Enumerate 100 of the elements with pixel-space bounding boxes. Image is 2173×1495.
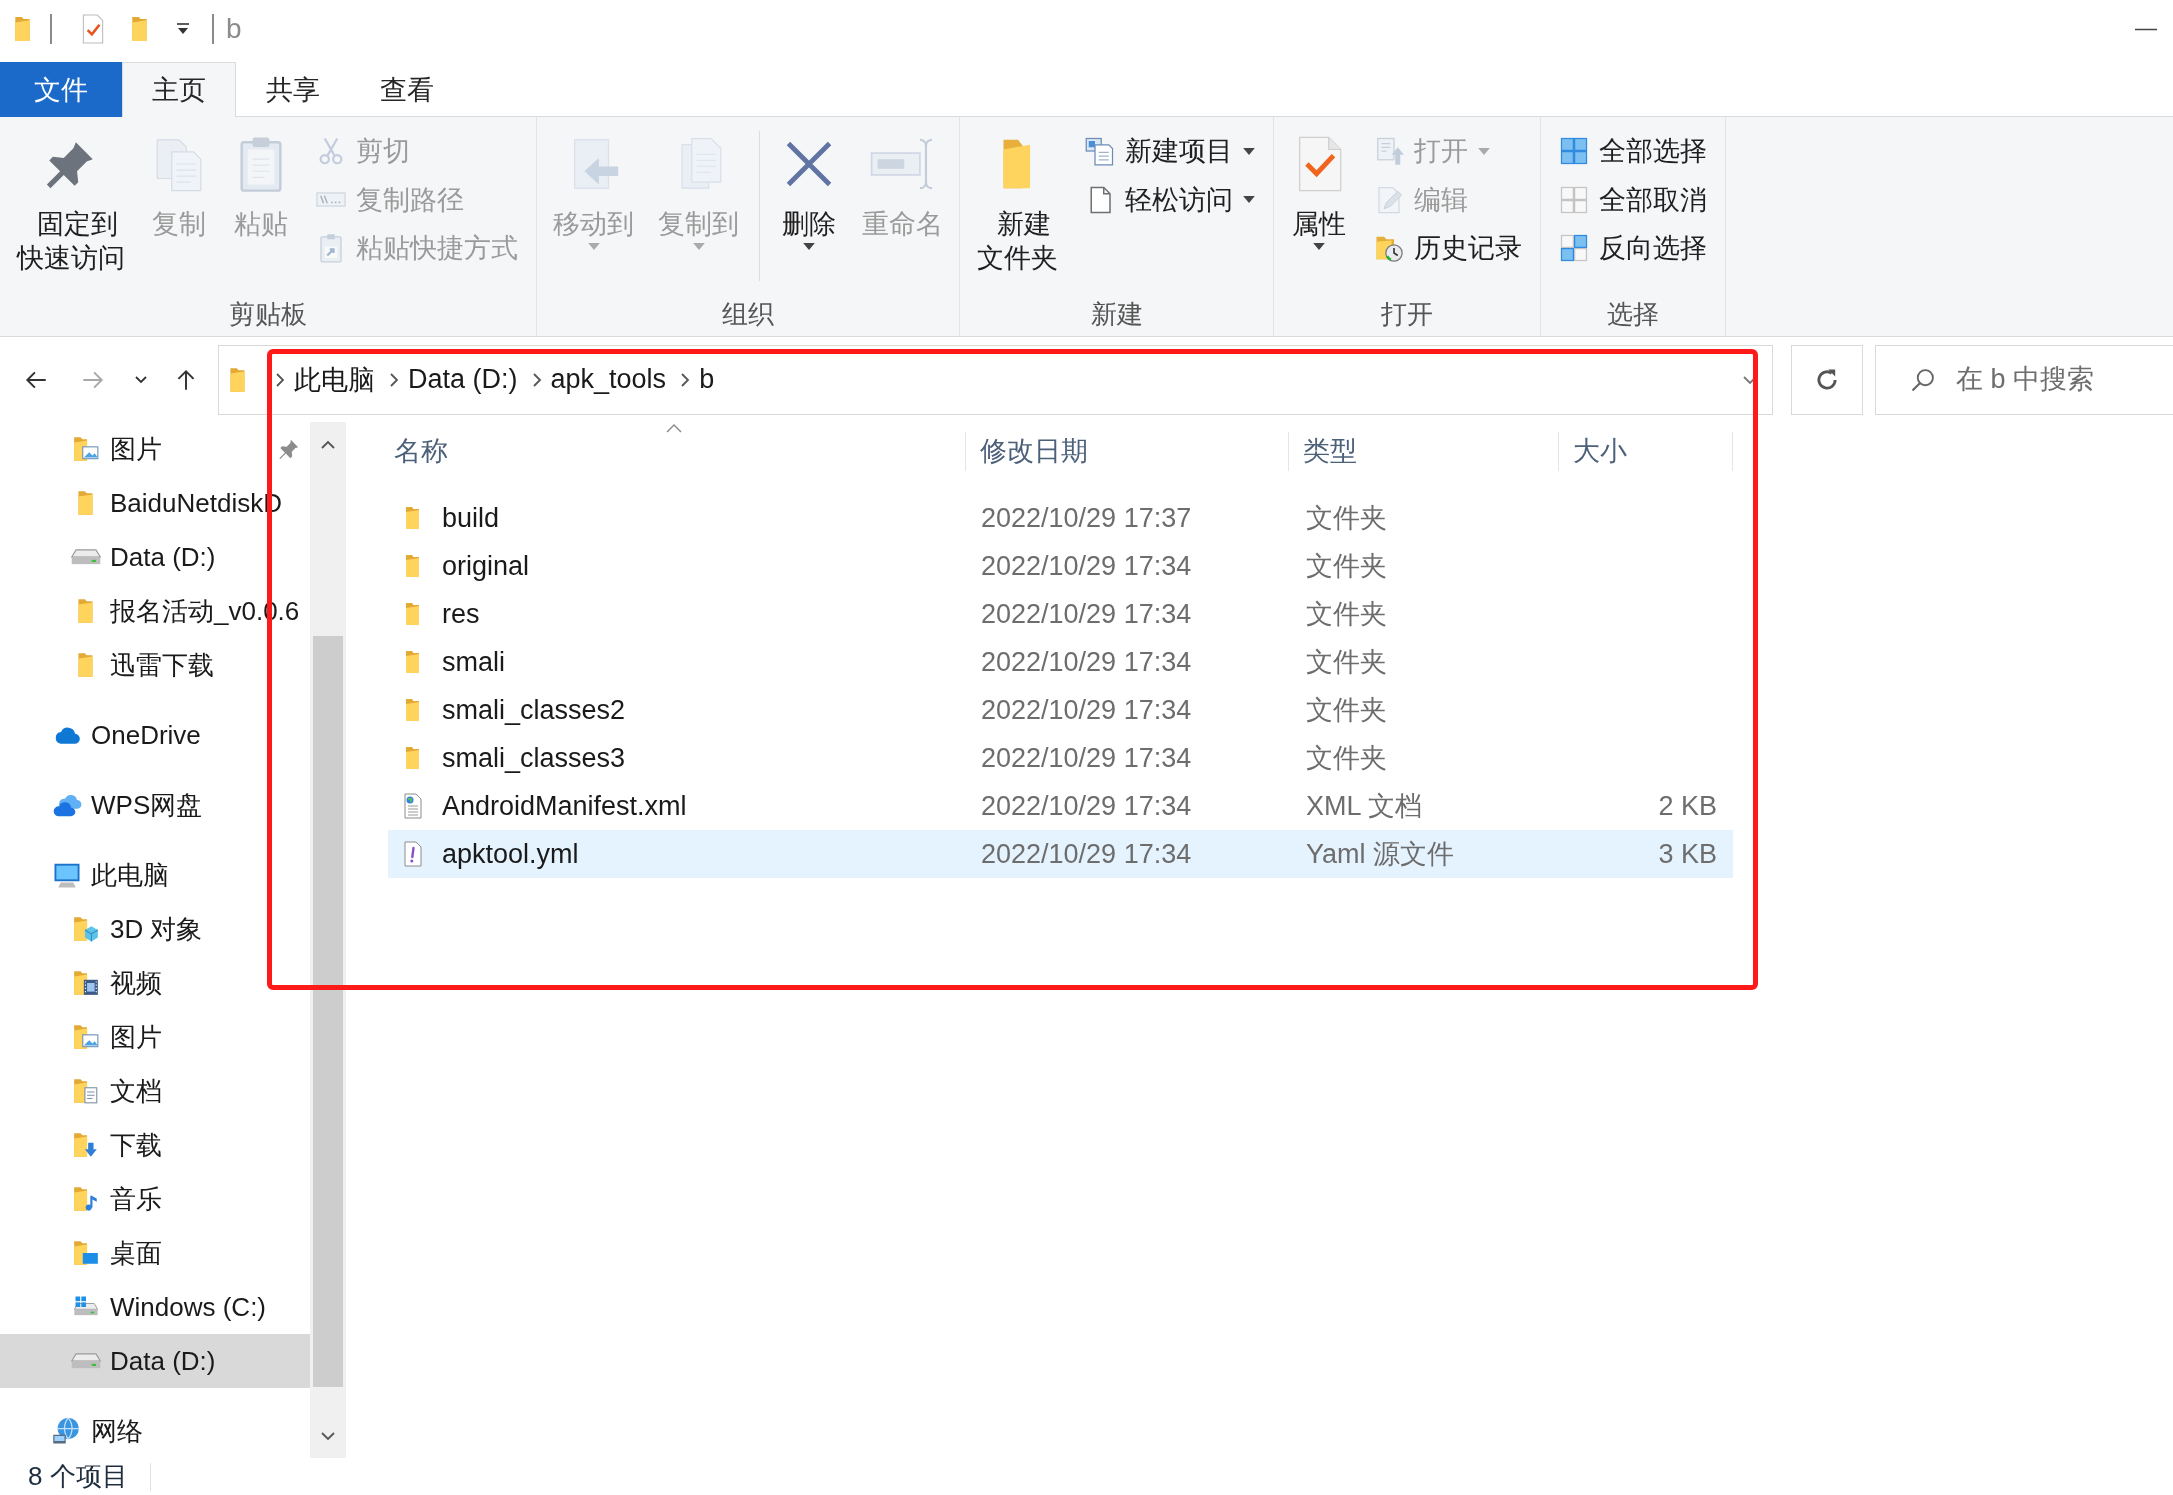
file-type: XML 文档 (1306, 790, 1422, 823)
breadcrumb-item[interactable]: Data (D:) (400, 364, 526, 395)
modified-date: 2022/10/29 17:34 (981, 742, 1192, 774)
ribbon-tab[interactable]: 查看 (350, 62, 464, 117)
column-header[interactable]: 修改日期 (966, 422, 1289, 479)
download-folder-icon (72, 1131, 100, 1159)
item-count: 8 个项目 (28, 1460, 128, 1493)
file-type: 文件夹 (1306, 694, 1387, 727)
modified-date: 2022/10/29 17:34 (981, 838, 1192, 870)
file-type: 文件夹 (1306, 742, 1387, 775)
xml-file-icon (402, 793, 424, 819)
pin-button[interactable]: 固定到快速访问 (12, 127, 130, 279)
cube-folder-icon (72, 915, 100, 943)
music-folder-icon (72, 1185, 100, 1213)
column-header[interactable]: 类型 (1289, 422, 1559, 479)
file-type: Yaml 源文件 (1306, 838, 1454, 871)
invert-selection-button[interactable]: 反向选择 (1553, 224, 1713, 273)
file-name: res (442, 598, 480, 630)
nav-item[interactable]: 此电脑 (0, 848, 310, 902)
nav-item[interactable]: 视频 (0, 956, 310, 1010)
file-size: 2 KB (1658, 790, 1717, 822)
refresh-button[interactable] (1791, 344, 1863, 415)
group-label: 组织 (721, 298, 775, 331)
file-menu-tab[interactable]: 文件 (0, 62, 122, 117)
nav-item[interactable]: 下载 (0, 1118, 310, 1172)
group-label: 选择 (1606, 298, 1660, 331)
document-folder-icon (72, 1077, 100, 1105)
file-row[interactable]: build 2022/10/29 17:37 文件夹 (388, 494, 1733, 542)
file-row[interactable]: smali_classes3 2022/10/29 17:34 文件夹 (388, 734, 1733, 782)
column-header[interactable]: 大小 (1559, 422, 1733, 479)
group-label: 新建 (1089, 298, 1144, 331)
new-item-button[interactable]: 新建项目 (1079, 127, 1261, 176)
address-bar[interactable]: 此电脑 Data (D:) apk_tools b (218, 344, 1773, 415)
nav-item[interactable]: 网络 (0, 1404, 310, 1458)
easy-access-button[interactable]: 轻松访问 (1079, 175, 1261, 224)
column-header[interactable]: 名称 (388, 422, 966, 479)
file-type: 文件夹 (1306, 502, 1387, 535)
modified-date: 2022/10/29 17:34 (981, 694, 1192, 726)
select-none-button[interactable]: 全部取消 (1553, 175, 1713, 224)
scroll-up-icon[interactable] (321, 439, 335, 449)
drive-icon (71, 549, 101, 565)
properties-button[interactable]: 属性 (1286, 127, 1352, 254)
caret-icon[interactable] (175, 22, 191, 36)
file-row[interactable]: res 2022/10/29 17:34 文件夹 (388, 590, 1733, 638)
nav-item[interactable]: OneDrive (0, 708, 310, 762)
nav-item[interactable]: Windows (C:) (0, 1280, 310, 1334)
ribbon-tab[interactable]: 共享 (236, 62, 350, 117)
file-row[interactable]: AndroidManifest.xml 2022/10/29 17:34 XML 文档 2 KB (388, 782, 1733, 830)
window-title: b (226, 13, 242, 45)
file-name: apktool.yml (442, 838, 579, 870)
nav-item[interactable]: 3D 对象 (0, 902, 310, 956)
file-row[interactable]: apktool.yml 2022/10/29 17:34 Yaml 源文件 3 KB (388, 830, 1733, 878)
chevron-right-icon (531, 370, 542, 389)
file-type: 文件夹 (1306, 646, 1387, 679)
window-page-icon (1085, 136, 1115, 167)
file-name: AndroidManifest.xml (442, 790, 687, 822)
modified-date: 2022/10/29 17:34 (981, 598, 1192, 630)
modified-date: 2022/10/29 17:34 (981, 550, 1192, 582)
file-row[interactable]: original 2022/10/29 17:34 文件夹 (388, 542, 1733, 590)
nav-item[interactable]: 迅雷下载 (0, 638, 310, 692)
pictures-folder-icon (72, 1023, 100, 1051)
select-all-button[interactable]: 全部选择 (1553, 127, 1713, 176)
globe-icon (52, 1416, 82, 1446)
film-folder-icon (72, 969, 100, 997)
chevron-down-icon (134, 374, 148, 385)
modified-date: 2022/10/29 17:34 (981, 646, 1192, 678)
group-label: 剪贴板 (228, 298, 308, 331)
scrollbar-thumb[interactable] (313, 636, 343, 1387)
drive-icon (71, 1353, 101, 1369)
nav-item[interactable]: 图片 (0, 422, 310, 476)
nav-item[interactable]: 文档 (0, 1064, 310, 1118)
nav-item[interactable]: Data (D:) (0, 530, 310, 584)
history-button[interactable]: 历史记录 (1368, 224, 1528, 273)
new-folder-button[interactable]: 新建文件夹 (972, 127, 1063, 279)
file-row[interactable]: smali 2022/10/29 17:34 文件夹 (388, 638, 1733, 686)
nav-item[interactable]: Data (D:) (0, 1334, 310, 1388)
file-name: smali_classes3 (442, 742, 626, 774)
minimize-icon[interactable] (2135, 27, 2157, 31)
file-name: build (442, 502, 500, 534)
file-type: 文件夹 (1306, 598, 1387, 631)
file-name: original (442, 550, 530, 582)
ribbon-tab[interactable]: 主页 (122, 62, 236, 117)
yaml-file-icon (402, 841, 424, 867)
nav-item[interactable]: 音乐 (0, 1172, 310, 1226)
delete-button[interactable]: 删除 (776, 127, 842, 254)
breadcrumb-item[interactable]: b (691, 364, 723, 395)
file-name: smali (442, 646, 505, 678)
file-size: 3 KB (1658, 838, 1717, 870)
nav-item[interactable]: WPS网盘 (0, 778, 310, 832)
breadcrumb-item[interactable]: 此电脑 (286, 361, 383, 398)
search-field[interactable]: 在 b 中搜索 (1875, 344, 2173, 415)
file-row[interactable]: smali_classes2 2022/10/29 17:34 文件夹 (388, 686, 1733, 734)
nav-item[interactable]: 图片 (0, 1010, 310, 1064)
grid-icon (1559, 136, 1589, 167)
breadcrumb-item[interactable]: apk_tools (542, 364, 675, 395)
nav-item[interactable]: 桌面 (0, 1226, 310, 1280)
page-arrow-up-icon (1374, 136, 1404, 167)
scroll-down-icon[interactable] (321, 1431, 335, 1441)
scrollbar[interactable] (310, 422, 346, 1458)
check-page-icon[interactable] (80, 14, 106, 44)
